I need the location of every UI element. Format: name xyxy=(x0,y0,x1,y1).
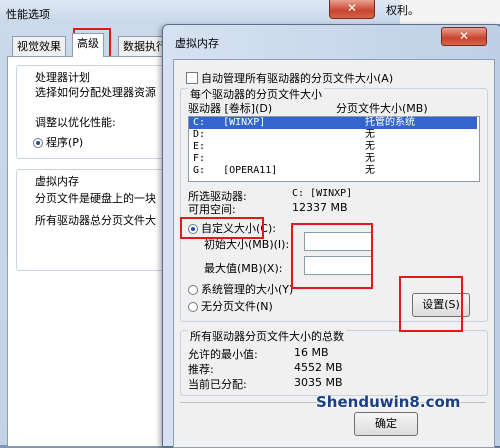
drive-row[interactable]: D: 无 xyxy=(189,129,477,141)
processor-desc: 选择如何分配处理器资源 xyxy=(35,86,156,99)
auto-manage-label: 自动管理所有驱动器的分页文件大小(A) xyxy=(201,72,394,85)
vm-desc-1: 分页文件是硬盘上的一块 xyxy=(35,192,156,205)
no-paging-radio[interactable]: 无分页文件(N) xyxy=(188,298,273,314)
ok-button[interactable]: 确定 xyxy=(354,412,418,436)
radio-icon xyxy=(33,138,43,148)
recommended-value: 4552 MB xyxy=(294,361,343,374)
free-space-label: 可用空间: xyxy=(188,203,236,216)
no-paging-label: 无分页文件(N) xyxy=(201,300,273,313)
close-icon: ✕ xyxy=(346,1,358,15)
system-managed-radio[interactable]: 系统管理的大小(Y) xyxy=(188,281,293,297)
tab-visual-effects[interactable]: 视觉效果 xyxy=(12,36,66,57)
background-text: 权利。 xyxy=(386,4,419,17)
custom-size-highlight-box xyxy=(180,217,264,239)
radio-icon xyxy=(188,302,198,312)
set-button-highlight-box xyxy=(399,276,463,332)
free-space-value: 12337 MB xyxy=(292,201,348,214)
close-button[interactable]: ✕ xyxy=(329,0,375,19)
vm-heading: 虚拟内存 xyxy=(35,175,79,188)
drive-row[interactable]: C: [WINXP] 托管的系统 xyxy=(189,117,477,129)
close-button[interactable]: ✕ xyxy=(441,27,487,46)
program-radio[interactable]: 程序(P) xyxy=(33,134,83,150)
window-title: 性能选项 xyxy=(6,8,50,21)
program-label: 程序(P) xyxy=(46,136,84,149)
watermark: Shenduwin8.com xyxy=(316,393,461,411)
window-title: 虚拟内存 xyxy=(175,37,219,50)
drive-row[interactable]: G: [OPERA11] 无 xyxy=(189,165,477,177)
current-label: 当前已分配: xyxy=(188,378,247,391)
adjust-label: 调整以优化性能: xyxy=(35,116,116,129)
recommended-label: 推荐: xyxy=(188,363,214,376)
processor-heading: 处理器计划 xyxy=(35,71,90,84)
drive-list[interactable]: C: [WINXP] 托管的系统 D: 无 E: 无 F: 无 G: [OPERA11]… xyxy=(188,116,480,182)
close-icon: ✕ xyxy=(458,29,470,43)
size-inputs-highlight-box xyxy=(291,223,373,289)
max-size-label: 最大值(MB)(X): xyxy=(204,262,283,275)
selected-drive-value: C: [WINXP] xyxy=(292,188,353,199)
col-drive-header: 驱动器 [卷标](D) xyxy=(188,102,273,115)
auto-manage-checkbox[interactable]: 自动管理所有驱动器的分页文件大小(A) xyxy=(186,70,393,86)
col-size-header: 分页文件大小(MB) xyxy=(336,102,428,115)
system-managed-label: 系统管理的大小(Y) xyxy=(201,283,294,296)
current-value: 3035 MB xyxy=(294,376,343,389)
tab-advanced[interactable]: 高级 xyxy=(72,33,104,57)
min-allowed-value: 16 MB xyxy=(294,346,329,359)
min-allowed-label: 允许的最小值: xyxy=(188,348,258,361)
vm-desc-2: 所有驱动器总分页文件大 xyxy=(35,214,156,227)
drive-row[interactable]: F: 无 xyxy=(189,153,477,165)
total-heading: 所有驱动器分页文件大小的总数 xyxy=(188,328,346,344)
radio-icon xyxy=(188,285,198,295)
drive-row[interactable]: E: 无 xyxy=(189,141,477,153)
checkbox-icon xyxy=(186,72,198,84)
